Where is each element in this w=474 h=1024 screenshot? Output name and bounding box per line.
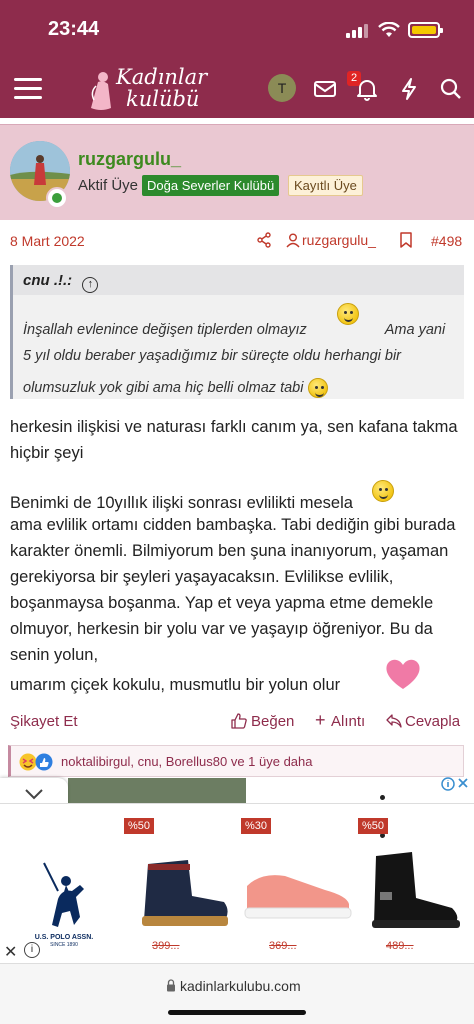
discount-badge: %50 — [358, 818, 389, 834]
ad-product-2[interactable]: %30 369... — [241, 818, 353, 958]
status-badge: Kayıtlı Üye — [288, 175, 363, 196]
site-logo[interactable]: Kadınlar kulübü — [86, 64, 216, 114]
thumbs-up-icon[interactable] — [231, 713, 247, 729]
post-actions: Şikayet Et Beğen + Alıntı Cevapla — [0, 707, 474, 737]
polo-logo-icon — [43, 862, 84, 927]
bookmark-icon[interactable] — [400, 232, 412, 248]
post-author-link[interactable]: ruzgargulu_ — [302, 232, 376, 248]
lock-icon — [167, 979, 175, 992]
ad-product-3[interactable]: %50 489... — [358, 818, 470, 958]
product-price: 489... — [386, 940, 414, 952]
like-button[interactable]: Beğen — [251, 713, 294, 730]
boot-image-2 — [372, 852, 460, 928]
smiley-icon-2 — [371, 480, 394, 502]
battery-icon — [408, 22, 443, 38]
share-icon[interactable] — [256, 232, 272, 248]
ad-choices-icon[interactable] — [440, 776, 470, 796]
ad-product-1[interactable]: %50 399... — [124, 818, 236, 958]
post-meta: 8 Mart 2022 ruzgargulu_ #498 — [0, 220, 474, 260]
quote-block: cnu .!.: ↑ İnşallah evlenince değişen ti… — [10, 265, 464, 399]
inbox-icon[interactable] — [312, 76, 338, 102]
poster-title: Aktif Üye — [78, 177, 139, 194]
post-user-header: ruzgargulu_ Aktif Üye Doğa Severler Kulü… — [0, 124, 474, 220]
menu-icon[interactable] — [14, 76, 42, 100]
logo-figure-icon — [91, 72, 111, 110]
ad-close-icon[interactable]: ✕ — [4, 942, 17, 962]
bell-icon[interactable] — [354, 76, 380, 102]
product-price: 399... — [152, 940, 180, 952]
post-paragraph-1: herkesin ilişkisi ve naturası farklı can… — [10, 418, 458, 462]
quote-text: İnşallah evlenince değişen tiplerden olm… — [23, 317, 453, 401]
reactions-users[interactable]: noktalibirgul, cnu, Borellus80 ve 1 üye … — [61, 754, 313, 769]
reply-button[interactable]: Cevapla — [405, 713, 460, 730]
shocked-smiley-icon — [307, 378, 328, 399]
reply-icon[interactable] — [386, 714, 402, 728]
heart-icon — [386, 659, 420, 689]
post-paragraph-3: umarım çiçek kokulu, musmutlu bir yolun … — [10, 676, 341, 694]
poster-username[interactable]: ruzgargulu_ — [78, 149, 181, 170]
search-icon[interactable] — [438, 76, 464, 102]
quote-jump-icon[interactable]: ↑ — [82, 277, 99, 293]
discount-badge: %50 — [124, 818, 155, 834]
plus-icon: + — [315, 710, 326, 730]
sneaker-image — [244, 875, 352, 919]
reaction-icons — [19, 753, 53, 771]
online-status-icon — [46, 187, 68, 209]
signal-icon — [346, 24, 372, 38]
post-number[interactable]: #498 — [431, 233, 462, 249]
ad-info-icon[interactable]: i — [24, 942, 40, 958]
status-bar: 23:44 — [0, 0, 474, 60]
user-icon — [286, 233, 300, 248]
quote-button[interactable]: Alıntı — [331, 713, 365, 730]
reactions-bar[interactable]: noktalibirgul, cnu, Borellus80 ve 1 üye … — [8, 745, 464, 777]
product-price: 369... — [269, 940, 297, 952]
post-paragraph-2: Benimki de 10yıllık ilişki sonrası evlil… — [10, 480, 466, 668]
brand-name: U.S. POLO ASSN. — [34, 934, 94, 941]
url-text[interactable]: kadinlarkulubu.com — [180, 978, 301, 994]
post-date[interactable]: 8 Mart 2022 — [10, 233, 85, 249]
home-indicator[interactable] — [168, 1010, 306, 1015]
report-button[interactable]: Şikayet Et — [10, 713, 78, 730]
boot-image-1 — [142, 860, 228, 926]
top-nav: Kadınlar kulübü T 2 — [0, 60, 474, 118]
user-avatar[interactable]: T — [268, 74, 296, 102]
quote-header[interactable]: cnu .!.: ↑ — [13, 265, 464, 295]
lightning-icon[interactable] — [396, 76, 422, 102]
wifi-icon — [378, 22, 400, 37]
group-badge: Doğa Severler Kulübü — [142, 175, 280, 196]
chevron-down-icon[interactable] — [24, 788, 44, 800]
logo-text: Kadınlar kulübü — [116, 65, 208, 111]
status-time: 23:44 — [48, 18, 100, 40]
discount-badge: %30 — [241, 818, 272, 834]
quote-author: cnu .!.: — [23, 272, 73, 289]
